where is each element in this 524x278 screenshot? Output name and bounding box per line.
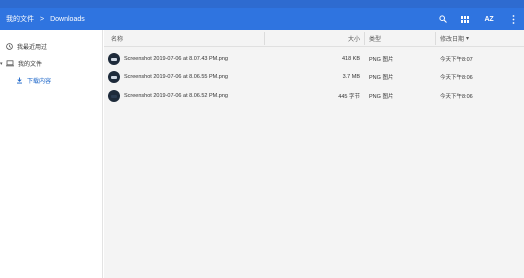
column-header-modified[interactable]: 修改日期 ▾ <box>440 30 469 47</box>
breadcrumb: 我的文件 > Downloads <box>0 14 87 24</box>
column-header-size[interactable]: 大小 <box>264 30 360 47</box>
search-icon <box>439 15 447 23</box>
file-thumbnail <box>108 53 120 65</box>
column-header-label: 修改日期 <box>440 37 465 43</box>
sidebar: 我最近用过 ▾ 我的文件 下载内容 <box>0 30 103 278</box>
sidebar-item-label: 我的文件 <box>18 61 43 68</box>
column-header-type[interactable]: 类型 <box>369 30 381 47</box>
table-row[interactable]: Screenshot 2019-07-06 at 8.06.52 PM.png … <box>104 86 524 106</box>
file-size: 418 KB <box>341 56 360 62</box>
expand-arrow-icon[interactable]: ▾ <box>0 61 3 67</box>
sort-button[interactable]: AZ <box>476 8 502 30</box>
view-toggle-button[interactable] <box>454 8 476 30</box>
sidebar-item-recent[interactable]: 我最近用过 <box>6 39 47 53</box>
file-thumbnail <box>108 90 120 102</box>
download-icon <box>17 77 22 83</box>
file-name: Screenshot 2019-07-06 at 8.06.52 PM.png <box>124 93 228 99</box>
file-type: PNG 图片 <box>369 57 394 63</box>
toolbar: AZ <box>432 8 524 30</box>
column-divider <box>435 32 436 45</box>
file-size: 445 字节 <box>338 94 360 100</box>
file-type: PNG 图片 <box>369 94 394 100</box>
sort-arrow-icon: ▾ <box>466 36 470 42</box>
table-row[interactable]: Screenshot 2019-07-06 at 8.06.55 PM.png … <box>104 67 524 87</box>
breadcrumb-my-files[interactable]: 我的文件 <box>4 14 36 24</box>
breadcrumb-separator: > <box>40 15 45 23</box>
file-size: 3.7 MB <box>342 74 360 80</box>
column-divider <box>364 32 365 45</box>
more-vert-icon <box>512 14 514 24</box>
search-button[interactable] <box>432 8 454 30</box>
breadcrumb-downloads[interactable]: Downloads <box>48 16 87 23</box>
sidebar-item-label: 下载内容 <box>27 78 52 85</box>
table-row[interactable]: Screenshot 2019-07-06 at 8.07.43 PM.png … <box>104 49 524 69</box>
file-modified: 今天下午8:06 <box>440 94 473 100</box>
sidebar-item-my-files[interactable]: 我的文件 <box>6 56 42 70</box>
file-thumbnail <box>108 71 120 83</box>
file-name: Screenshot 2019-07-06 at 8.06.55 PM.png <box>124 74 228 80</box>
title-bar: 我的文件 > Downloads AZ <box>0 8 524 30</box>
column-header-name[interactable]: 名称 <box>111 30 123 47</box>
window-top-strip <box>0 0 524 8</box>
laptop-icon <box>6 59 14 66</box>
file-modified: 今天下午8:07 <box>440 57 473 63</box>
more-options-button[interactable] <box>502 8 524 30</box>
file-name: Screenshot 2019-07-06 at 8.07.43 PM.png <box>124 56 228 62</box>
sidebar-item-downloads[interactable]: 下载内容 <box>16 73 51 87</box>
file-list-header: 名称 大小 类型 修改日期 ▾ <box>104 30 524 47</box>
file-type: PNG 图片 <box>369 75 394 81</box>
file-modified: 今天下午8:06 <box>440 75 473 81</box>
file-list: 名称 大小 类型 修改日期 ▾ Screenshot 2019-07-06 at… <box>104 30 524 278</box>
clock-icon <box>6 42 13 50</box>
grid-view-icon <box>461 15 469 23</box>
sidebar-item-label: 我最近用过 <box>17 44 48 51</box>
